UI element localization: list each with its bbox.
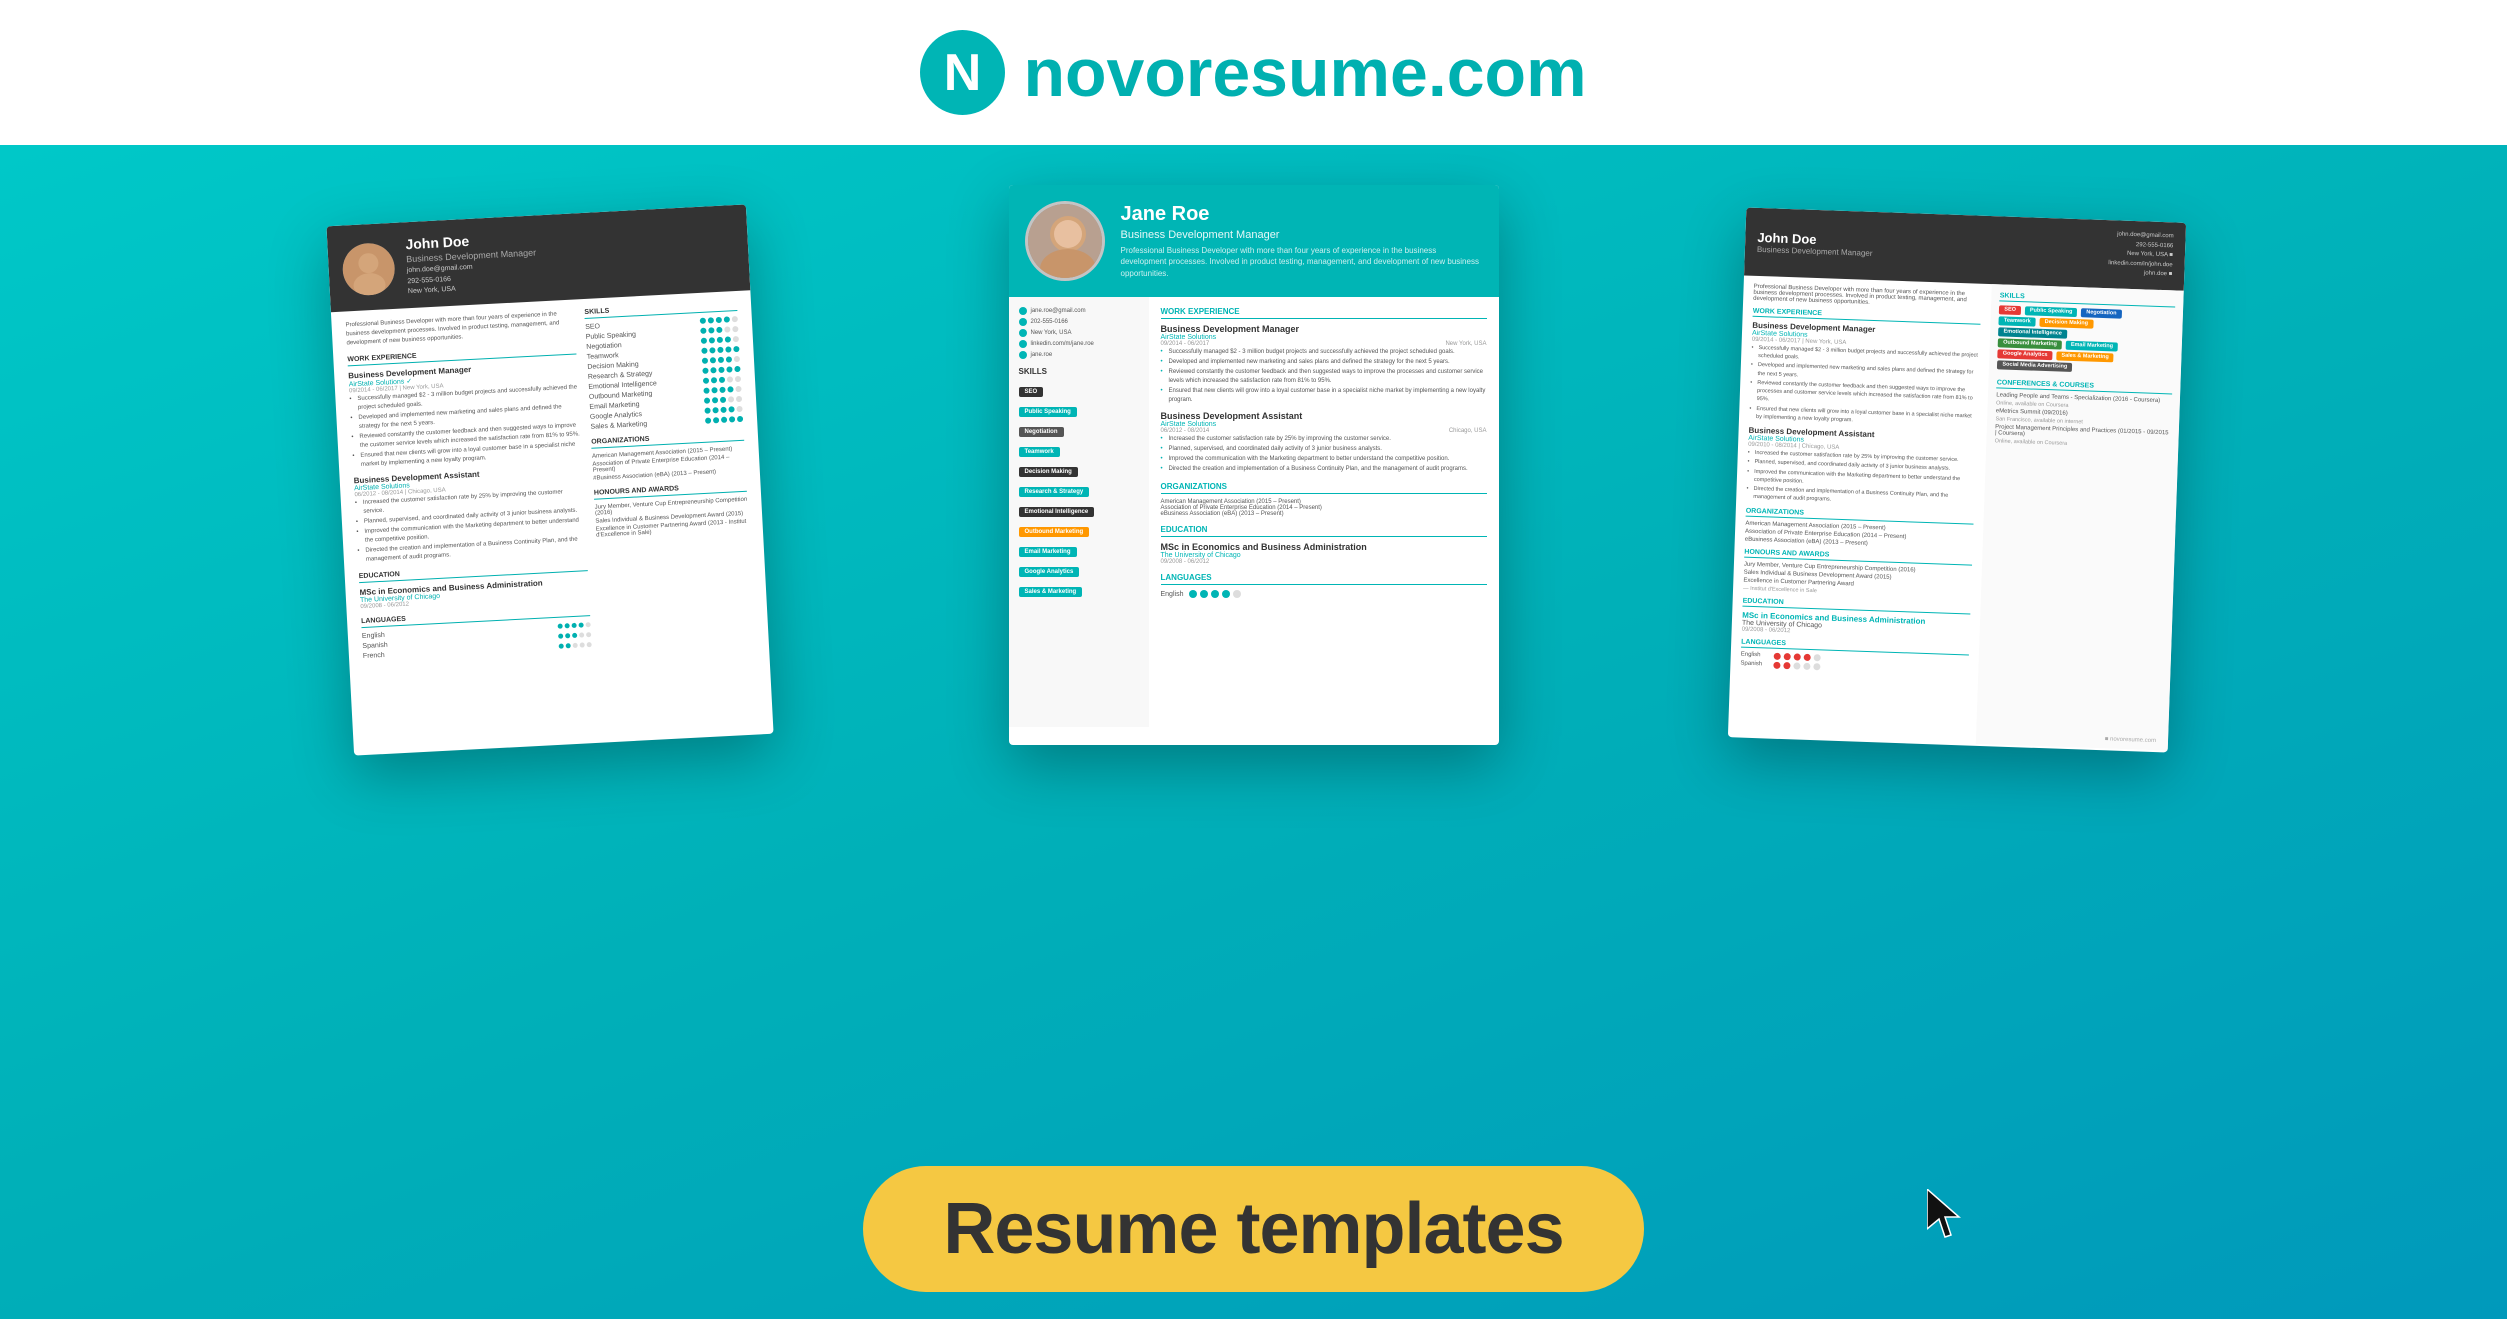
lang-center: LANGUAGES [1161, 573, 1487, 585]
email-icon [1019, 307, 1027, 315]
r-watermark: ■ novoresume.com [2105, 736, 2156, 744]
card-center-header: Jane Roe Business Development Manager Pr… [1009, 185, 1499, 297]
location: New York, USA [408, 286, 456, 295]
svg-text:N: N [944, 44, 982, 102]
card-center-body: jane.roe@gmail.com 202-555-0166 New York… [1009, 297, 1499, 727]
skill-emotional-center: Emotional Intelligence [1019, 507, 1095, 517]
edu-center: EDUCATION [1161, 525, 1487, 537]
r-skill-outbound: Outbound Marketing [1998, 338, 2062, 349]
card-left-side: SKILLS SEO Public Speaking [584, 300, 754, 650]
card-right-main: Professional Business Developer with mor… [1728, 275, 1992, 743]
skill-sales-center: Sales & Marketing [1019, 587, 1083, 597]
sidebar-phone: 202-555-0166 [1031, 319, 1068, 325]
avatar-left [341, 242, 396, 297]
card-right-side: SKILLS SEO Public Speaking Negotiation T… [1976, 284, 2184, 750]
sidebar-location: New York, USA [1031, 330, 1072, 336]
skill-research-center: Research & Strategy [1019, 487, 1090, 497]
n-logo-icon: N [920, 30, 1005, 115]
r-skill-seo: SEO [1999, 305, 2021, 315]
card-left-contact: john.doe@gmail.com 292-555-0166 New York… [407, 259, 539, 297]
orgs-center: ORGANIZATIONS [1161, 482, 1487, 494]
banner-label: Resume templates [943, 1188, 1563, 1270]
c-j2b3: Improved the communication with the Mark… [1161, 455, 1487, 464]
linkedin-icon [1019, 340, 1027, 348]
resume-card-right[interactable]: John Doe Business Development Manager jo… [1728, 207, 2186, 752]
card-center-sidebar: jane.roe@gmail.com 202-555-0166 New York… [1009, 297, 1149, 727]
resume-cards-container: John Doe Business Development Manager jo… [0, 185, 2507, 745]
web-icon [1019, 351, 1027, 359]
card-center-title: Business Development Manager [1121, 229, 1483, 241]
org-list-center: American Management Association (2015 – … [1161, 499, 1487, 517]
cursor-arrow [1927, 1189, 1967, 1239]
location-icon [1019, 329, 1027, 337]
c-j2b4: Directed the creation and implementation… [1161, 465, 1487, 474]
skills-section-center: SKILLS [1019, 367, 1139, 376]
skill-decision-center: Decision Making [1019, 467, 1078, 477]
c-edu-degree: MSc in Economics and Business Administra… [1161, 542, 1487, 552]
avatar-center [1025, 201, 1105, 281]
r-skill-emotional: Emotional Intelligence [1998, 327, 2067, 338]
c-j1b1: Successfully managed $2 - 3 million budg… [1161, 348, 1487, 357]
phone: 292-555-0166 [407, 275, 451, 284]
r-skill-analytics: Google Analytics [1998, 349, 2053, 360]
sidebar-web: jane.roe [1031, 352, 1053, 358]
lang-english-center: English [1161, 590, 1487, 598]
right-summary: Professional Business Developer with mor… [1753, 284, 1982, 310]
skill-outbound-center: Outbound Marketing [1019, 527, 1090, 537]
c-j1b2: Developed and implemented new marketing … [1161, 358, 1487, 367]
phone-icon [1019, 318, 1027, 326]
r-skill-email: Email Marketing [2066, 341, 2118, 352]
card-right-contact: john.doe@gmail.com 292-555-0166 New York… [2108, 230, 2174, 280]
c-edu-school: The University of Chicago [1161, 552, 1487, 559]
card-center-desc: Professional Business Developer with mor… [1121, 245, 1483, 279]
card-center-main: WORK EXPERIENCE Business Development Man… [1149, 297, 1499, 727]
skill-email-center: Email Marketing [1019, 547, 1077, 557]
card-left-body: Professional Business Developer with mor… [331, 290, 769, 673]
r-skill-decision: Decision Making [2039, 318, 2093, 329]
c-j1b4: Ensured that new clients will grow into … [1161, 387, 1487, 405]
resume-card-center[interactable]: Jane Roe Business Development Manager Pr… [1009, 185, 1499, 745]
r-conf-title: CONFERENCES & COURSES [1997, 379, 2173, 394]
r-skill-public-speaking: Public Speaking [2025, 306, 2078, 317]
card-left-main: Professional Business Developer with mor… [345, 309, 592, 663]
c-job2-meta: 06/2012 - 08/2014Chicago, USA [1161, 428, 1487, 434]
right-web: john.doe ■ [2108, 269, 2173, 281]
c-job2-title: Business Development Assistant [1161, 411, 1487, 421]
skill-seo-center: SEO [1019, 387, 1044, 397]
resume-templates-banner[interactable]: Resume templates [863, 1166, 1643, 1292]
sidebar-linkedin: linkedin.com/m/jane.roe [1031, 341, 1094, 347]
c-job1-title: Business Development Manager [1161, 324, 1487, 334]
bottom-banner-area: Resume templates [0, 1139, 2507, 1319]
card-center-name: Jane Roe [1121, 203, 1483, 226]
card-right-body: Professional Business Developer with mor… [1728, 275, 2184, 750]
c-j1b3: Reviewed constantly the customer feedbac… [1161, 368, 1487, 386]
skill-analytics-center: Google Analytics [1019, 567, 1080, 577]
r-skill-social: Social Media Advertising [1997, 360, 2072, 372]
logo-area: N novoresume.com [0, 0, 2507, 145]
c-job1-company: AirState Solutions [1161, 334, 1487, 341]
c-edu-dates: 09/2008 - 06/2012 [1161, 559, 1487, 565]
skill-neg-center: Negotiation [1019, 427, 1064, 437]
r-skill-sales: Sales & Marketing [2056, 351, 2114, 362]
resume-card-left[interactable]: John Doe Business Development Manager jo… [326, 204, 773, 755]
c-j2b2: Planned, supervised, and coordinated dai… [1161, 445, 1487, 454]
card-left-info: John Doe Business Development Manager jo… [405, 229, 538, 297]
email: john.doe@gmail.com [407, 264, 473, 274]
c-j2b1: Increased the customer satisfaction rate… [1161, 435, 1487, 444]
sidebar-email: jane.roe@gmail.com [1031, 308, 1086, 314]
r-skill-negotiation: Negotiation [2081, 308, 2122, 318]
skill-public-center: Public Speaking [1019, 407, 1077, 417]
work-title-center: WORK EXPERIENCE [1161, 307, 1487, 319]
card-center-info: Jane Roe Business Development Manager Pr… [1121, 203, 1483, 279]
c-job1-meta: 09/2014 - 06/2017New York, USA [1161, 341, 1487, 347]
sidebar-contacts: jane.roe@gmail.com 202-555-0166 New York… [1019, 307, 1139, 359]
skill-team-center: Teamwork [1019, 447, 1060, 457]
r-skill-teamwork: Teamwork [1999, 316, 2036, 326]
summary-left: Professional Business Developer with mor… [345, 309, 575, 348]
r-skills-title: SKILLS [2000, 292, 2176, 307]
brand-name: novoresume.com [1023, 34, 1586, 112]
c-job2-company: AirState Solutions [1161, 421, 1487, 428]
brand-logo[interactable]: N novoresume.com [0, 30, 2507, 115]
